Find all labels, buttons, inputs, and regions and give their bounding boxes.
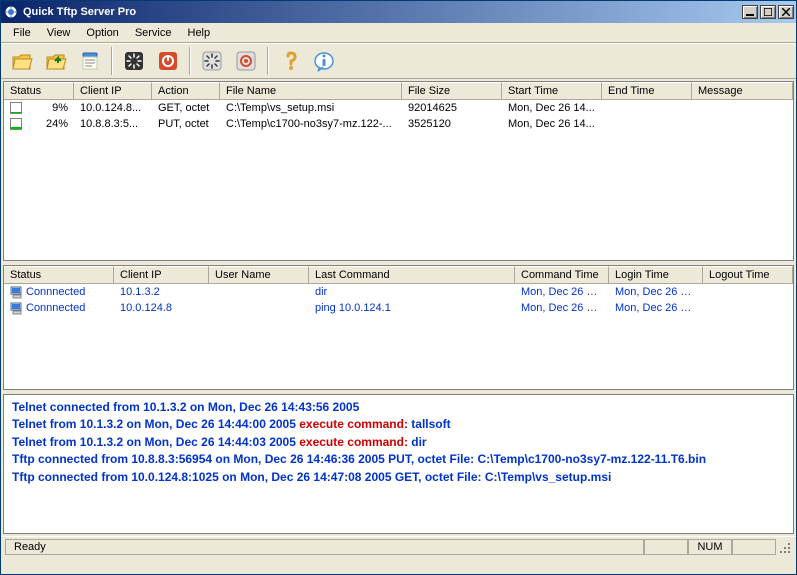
folder-up-button[interactable] (41, 46, 71, 76)
open-folder-button[interactable] (7, 46, 37, 76)
about-button[interactable] (309, 46, 339, 76)
menu-file[interactable]: File (5, 25, 39, 41)
col-client-ip[interactable]: Client IP (74, 82, 152, 100)
statusbar: Ready NUM (1, 536, 796, 556)
col-action[interactable]: Action (152, 82, 220, 100)
menu-option[interactable]: Option (78, 25, 126, 41)
col-file-size[interactable]: File Size (402, 82, 502, 100)
col-t-last-command[interactable]: Last Command (309, 266, 515, 284)
col-t-login-time[interactable]: Login Time (609, 266, 703, 284)
telnet-sessions-list[interactable]: Status Client IP User Name Last Command … (3, 265, 794, 390)
settings-button[interactable] (75, 46, 105, 76)
log-line: Telnet connected from 10.1.3.2 on Mon, D… (12, 399, 785, 416)
close-button[interactable] (778, 5, 794, 19)
col-t-status[interactable]: Status (4, 266, 114, 284)
titlebar: Quick Tftp Server Pro (1, 1, 796, 23)
col-t-user-name[interactable]: User Name (209, 266, 309, 284)
menu-view[interactable]: View (39, 25, 79, 41)
start-telnet-button[interactable] (197, 46, 227, 76)
computer-icon (10, 285, 24, 299)
help-button[interactable] (275, 46, 305, 76)
status-cap (644, 539, 688, 555)
telnet-row[interactable]: Connnected10.1.3.2dirMon, Dec 26 14...Mo… (4, 284, 793, 300)
col-end-time[interactable]: End Time (602, 82, 692, 100)
menu-service[interactable]: Service (127, 25, 180, 41)
col-message[interactable]: Message (692, 82, 793, 100)
tftp-transfers-list[interactable]: Status Client IP Action File Name File S… (3, 81, 794, 261)
app-icon (3, 4, 19, 20)
window-title: Quick Tftp Server Pro (23, 6, 742, 18)
resize-grip[interactable] (776, 539, 792, 555)
col-start-time[interactable]: Start Time (502, 82, 602, 100)
start-service-button[interactable] (119, 46, 149, 76)
computer-icon (10, 301, 24, 315)
tftp-row[interactable]: 9%10.0.124.8...GET, octetC:\Temp\vs_setu… (4, 100, 793, 116)
col-t-logout-time[interactable]: Logout Time (703, 266, 793, 284)
tftp-row[interactable]: 24%10.8.8.3:5...PUT, octetC:\Temp\c1700-… (4, 116, 793, 132)
status-scrl (732, 539, 776, 555)
status-ready: Ready (5, 539, 644, 555)
stop-service-button[interactable] (153, 46, 183, 76)
status-num: NUM (688, 539, 732, 555)
log-line: Telnet from 10.1.3.2 on Mon, Dec 26 14:4… (12, 434, 785, 451)
log-line: Telnet from 10.1.3.2 on Mon, Dec 26 14:4… (12, 416, 785, 433)
stop-telnet-button[interactable] (231, 46, 261, 76)
minimize-button[interactable] (742, 5, 758, 19)
col-t-client-ip[interactable]: Client IP (114, 266, 209, 284)
log-pane[interactable]: Telnet connected from 10.1.3.2 on Mon, D… (3, 394, 794, 534)
col-t-command-time[interactable]: Command Time (515, 266, 609, 284)
log-line: Tftp connected from 10.0.124.8:1025 on M… (12, 469, 785, 486)
col-status[interactable]: Status (4, 82, 74, 100)
maximize-button[interactable] (760, 5, 776, 19)
menu-help[interactable]: Help (180, 25, 219, 41)
col-file-name[interactable]: File Name (220, 82, 402, 100)
log-line: Tftp connected from 10.8.8.3:56954 on Mo… (12, 451, 785, 468)
telnet-row[interactable]: Connnected10.0.124.8ping 10.0.124.1Mon, … (4, 300, 793, 316)
menubar: File View Option Service Help (1, 23, 796, 43)
toolbar (1, 43, 796, 79)
